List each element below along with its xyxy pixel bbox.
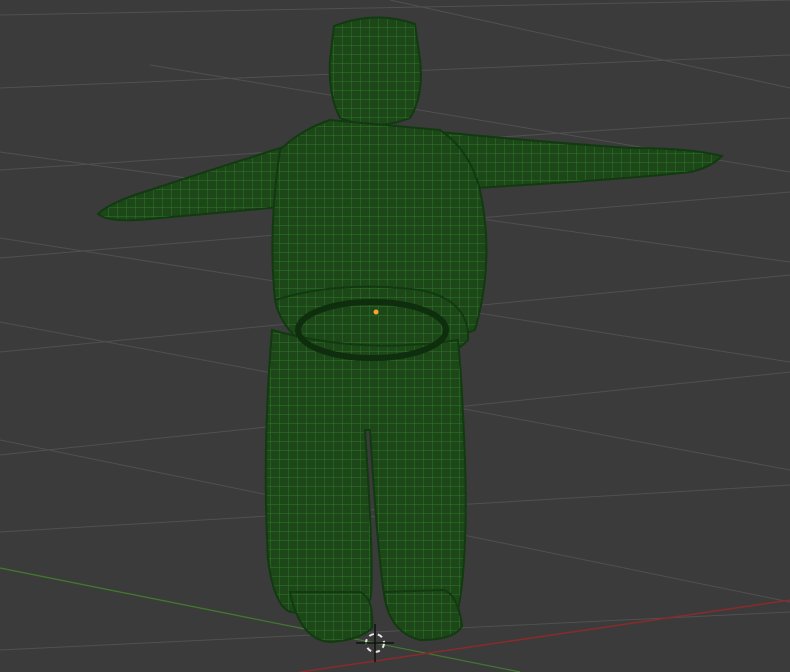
right-arm-mesh (96, 143, 291, 222)
right-shoe-mesh (288, 591, 374, 644)
head-mesh (328, 16, 422, 126)
legs-mesh (264, 328, 467, 615)
character-wireframe[interactable] (96, 16, 724, 644)
viewport-canvas[interactable] (0, 0, 790, 672)
origin-point[interactable] (373, 309, 379, 315)
left-shoe-mesh (382, 588, 464, 642)
x-axis-line (299, 599, 790, 672)
3d-viewport[interactable] (0, 0, 790, 672)
left-arm-mesh (439, 130, 724, 192)
